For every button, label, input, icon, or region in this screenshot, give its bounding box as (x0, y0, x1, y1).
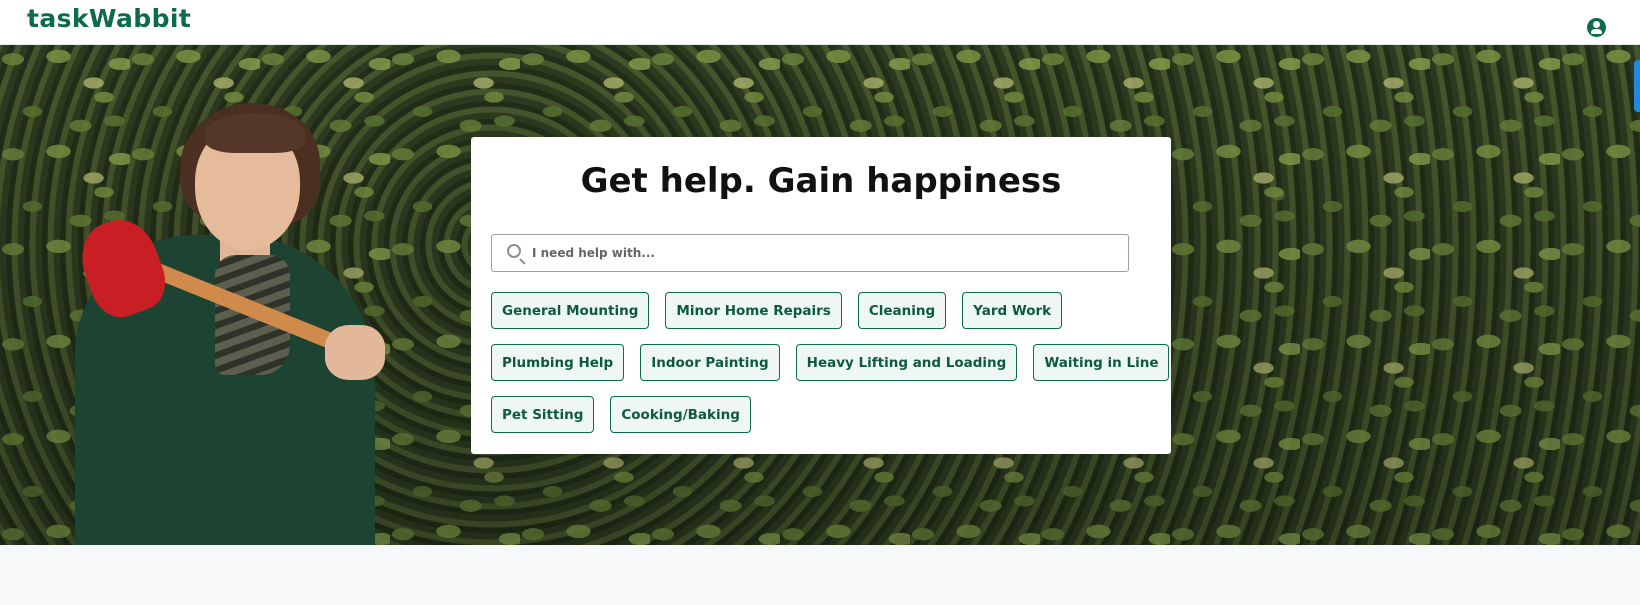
chip-row: Plumbing Help Indoor Painting Heavy Lift… (491, 344, 1170, 381)
chip-cleaning[interactable]: Cleaning (857, 292, 947, 329)
chip-plumbing-help[interactable]: Plumbing Help (491, 344, 625, 381)
chip-waiting-in-line[interactable]: Waiting in Line (1033, 344, 1170, 381)
user-body-shape (1591, 29, 1602, 34)
hero-person-image (55, 85, 395, 545)
category-chips: General Mounting Minor Home Repairs Clea… (491, 292, 1170, 448)
search-icon-ring (507, 244, 521, 258)
chip-indoor-painting[interactable]: Indoor Painting (640, 344, 780, 381)
user-circle-icon[interactable] (1587, 18, 1606, 37)
chip-general-mounting[interactable]: General Mounting (491, 292, 650, 329)
chip-row: General Mounting Minor Home Repairs Clea… (491, 292, 1151, 329)
user-head-shape (1593, 21, 1600, 28)
search-box[interactable] (491, 234, 1129, 272)
chip-yard-work[interactable]: Yard Work (962, 292, 1063, 329)
person-bangs (205, 113, 305, 153)
chip-minor-home-repairs[interactable]: Minor Home Repairs (665, 292, 842, 329)
search-card: Get help. Gain happiness General Mountin… (471, 137, 1171, 454)
page-title: Get help. Gain happiness (580, 161, 1062, 201)
person-hand (325, 325, 385, 380)
search-icon (507, 244, 526, 265)
chip-pet-sitting[interactable]: Pet Sitting (491, 396, 595, 433)
logo[interactable]: taskWabbit (27, 4, 191, 33)
search-icon-stem (519, 258, 526, 265)
top-header: taskWabbit (0, 0, 1640, 45)
chip-row: Pet Sitting Cooking/Baking (491, 396, 1151, 433)
chip-cooking-baking[interactable]: Cooking/Baking (610, 396, 751, 433)
feedback-side-tab[interactable] (1634, 60, 1640, 112)
chip-heavy-lifting[interactable]: Heavy Lifting and Loading (795, 344, 1018, 381)
page-background-band (0, 545, 1640, 605)
search-input[interactable] (532, 235, 1122, 271)
